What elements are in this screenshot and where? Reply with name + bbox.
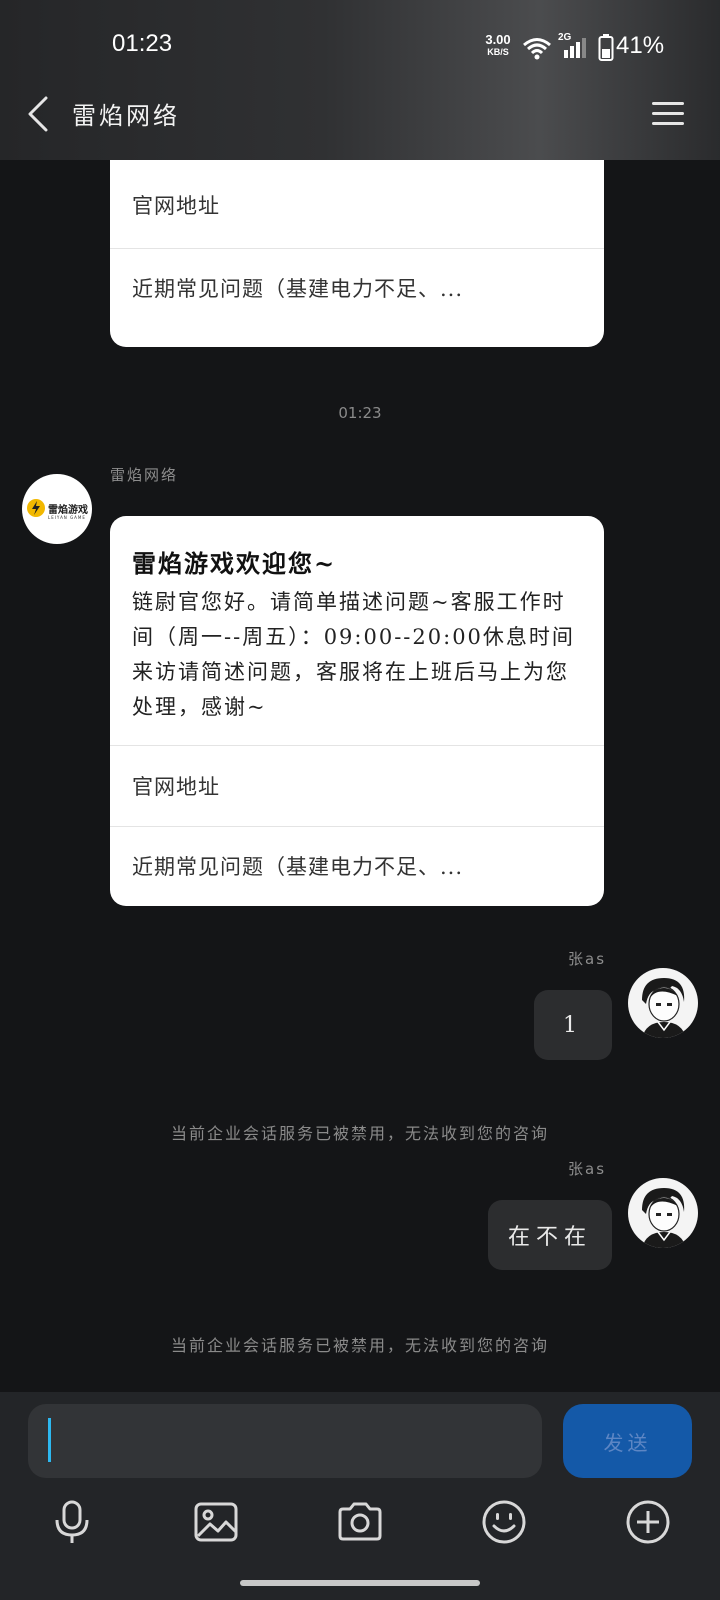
bot-avatar[interactable]: 雷焰游戏 LEIYAN GAME — [22, 474, 92, 544]
message-input[interactable] — [28, 1404, 542, 1478]
top-bar — [0, 0, 720, 160]
user-message-bubble[interactable]: 在不在 — [488, 1200, 612, 1270]
user-avatar-image — [642, 978, 686, 1038]
system-notice: 当前企业会话服务已被禁用，无法收到您的咨询 — [170, 1336, 549, 1355]
user-avatar[interactable] — [628, 968, 698, 1038]
message-timestamp: 01:23 — [338, 404, 382, 422]
user-avatar[interactable] — [628, 1178, 698, 1248]
card-link-label: 官网地址 — [132, 775, 220, 799]
microphone-icon[interactable] — [48, 1498, 96, 1546]
wifi-icon — [523, 38, 551, 60]
back-icon[interactable] — [22, 94, 62, 134]
net-speed: 3.00 KB/S — [478, 32, 518, 58]
bot-sender-name: 雷焰网络 — [110, 466, 179, 484]
text-cursor — [48, 1418, 51, 1462]
emoji-icon[interactable] — [480, 1498, 528, 1546]
card-link-website[interactable]: 官网地址 — [110, 745, 604, 826]
card-link-label: 近期常见问题（基建电力不足、... — [132, 855, 464, 879]
user-avatar-image — [642, 1188, 686, 1248]
home-indicator[interactable] — [240, 1580, 480, 1586]
card-text: 链尉官您好。请简单描述问题~客服工作时间（周一--周五）：09:00--20:0… — [132, 590, 575, 719]
card-link-faq[interactable]: 近期常见问题（基建电力不足、... — [110, 248, 604, 327]
image-icon[interactable] — [192, 1498, 240, 1546]
battery-icon — [598, 34, 614, 61]
brand-logo-subtext: LEIYAN GAME — [48, 515, 86, 520]
bot-message-card: 雷焰游戏欢迎您~ 链尉官您好。请简单描述问题~客服工作时间（周一--周五）：09… — [110, 516, 604, 906]
card-body: 雷焰游戏欢迎您~ 链尉官您好。请简单描述问题~客服工作时间（周一--周五）：09… — [110, 516, 604, 745]
menu-icon[interactable] — [650, 98, 686, 130]
partial-message-card: 官网地址 近期常见问题（基建电力不足、... — [110, 160, 604, 347]
card-link-label: 近期常见问题（基建电力不足、... — [132, 277, 464, 301]
card-link-website[interactable]: 官网地址 — [110, 160, 604, 248]
battery-percent: 41% — [616, 32, 665, 59]
chat-area[interactable]: 官网地址 近期常见问题（基建电力不足、... 01:23 雷焰网络 雷焰游戏欢迎… — [0, 160, 720, 1390]
status-time: 01:23 — [112, 30, 173, 57]
user-sender-name: 张as — [568, 950, 607, 968]
system-notice: 当前企业会话服务已被禁用，无法收到您的咨询 — [170, 1124, 549, 1143]
net-speed-unit: KB/S — [487, 47, 509, 57]
camera-icon[interactable] — [336, 1498, 384, 1546]
plus-icon[interactable] — [624, 1498, 672, 1546]
user-message-bubble[interactable]: 1 — [534, 990, 612, 1060]
net-speed-value: 3.00 — [485, 32, 511, 47]
user-sender-name: 张as — [568, 1160, 607, 1178]
card-link-faq[interactable]: 近期常见问题（基建电力不足、... — [110, 826, 604, 905]
signal-icon — [564, 38, 586, 58]
page-title: 雷焰网络 — [72, 102, 180, 130]
send-button[interactable]: 发送 — [563, 1404, 692, 1478]
brand-logo-text: 雷焰游戏 — [48, 505, 88, 516]
card-link-label: 官网地址 — [132, 194, 220, 218]
card-heading: 雷焰游戏欢迎您~ — [132, 549, 337, 578]
